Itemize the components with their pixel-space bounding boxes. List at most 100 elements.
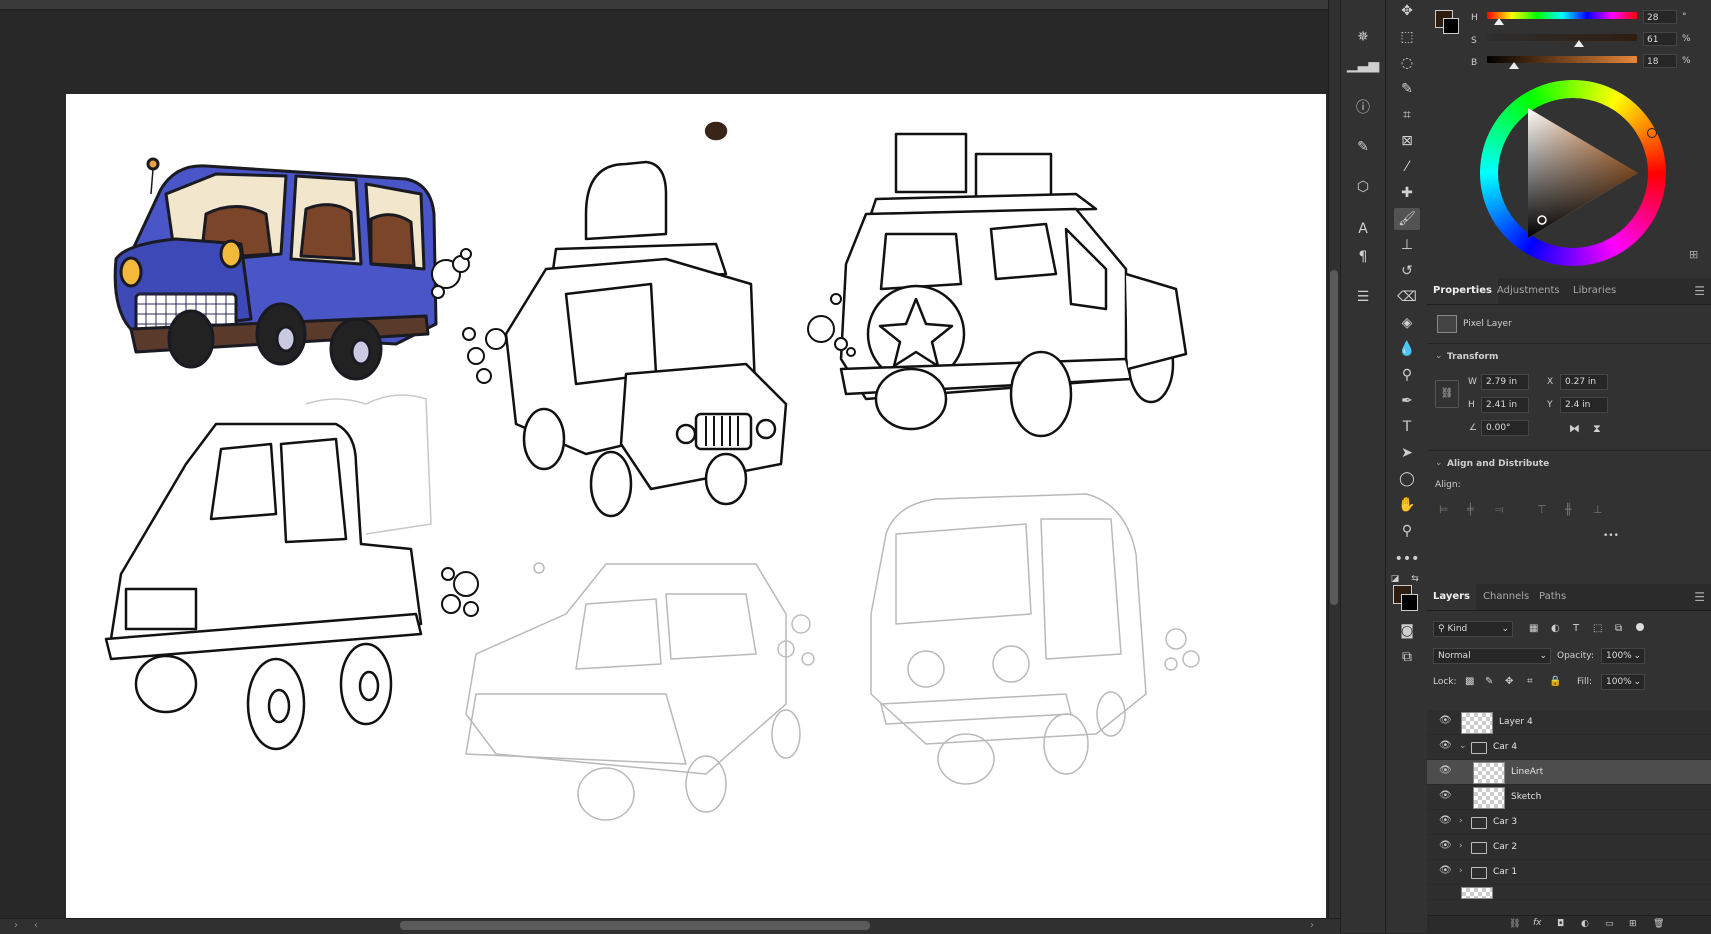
lock-all-icon[interactable]: 🔒 <box>1549 676 1561 687</box>
visibility-eye-icon[interactable]: 👁 <box>1439 866 1453 876</box>
filter-smart-object-icon[interactable]: ⧉ <box>1615 623 1622 634</box>
pen-tool-icon[interactable]: ✒ <box>1394 390 1420 412</box>
lock-artboard-icon[interactable]: ⌗ <box>1527 676 1533 687</box>
filter-toggle-icon[interactable] <box>1636 623 1644 631</box>
hue-value[interactable]: 28 <box>1643 10 1677 24</box>
document-canvas[interactable] <box>66 94 1326 918</box>
ellipse-tool-icon[interactable]: ◯ <box>1394 468 1420 490</box>
layer-group-row[interactable]: 👁 › Car 2 <box>1427 835 1711 860</box>
brightness-value[interactable]: 18 <box>1643 54 1677 68</box>
hue-slider[interactable] <box>1487 12 1637 19</box>
width-input[interactable]: 2.79 in <box>1481 374 1529 390</box>
layer-group-row[interactable]: 👁 › Car 1 <box>1427 860 1711 885</box>
more-options-button[interactable]: ••• <box>1603 531 1619 541</box>
layer-name[interactable]: Car 4 <box>1493 742 1517 752</box>
lock-transparent-icon[interactable]: ▩ <box>1465 676 1474 687</box>
align-collapse-icon[interactable]: ⌄ <box>1435 458 1443 468</box>
layer-filter-select[interactable]: ⚲ Kind ⌄ <box>1433 621 1513 637</box>
new-layer-icon[interactable]: ⊞ <box>1629 919 1637 929</box>
tab-channels[interactable]: Channels <box>1477 584 1535 610</box>
zoom-tool-icon[interactable]: ⚲ <box>1394 520 1420 542</box>
group-collapsed-chevron-icon[interactable]: › <box>1459 841 1463 851</box>
blend-mode-select[interactable]: Normal ⌄ <box>1433 648 1551 664</box>
paint-bucket-tool-icon[interactable]: ◈ <box>1394 312 1420 334</box>
link-proportions-icon[interactable]: ⛓ <box>1435 380 1459 408</box>
saturation-value[interactable]: 61 <box>1643 32 1677 46</box>
healing-brush-tool-icon[interactable]: ✚ <box>1394 182 1420 204</box>
expand-icon[interactable]: ⊞ <box>1689 248 1698 261</box>
clone-stamp-tool-icon[interactable]: ⊥ <box>1394 234 1420 256</box>
saturation-slider[interactable] <box>1487 34 1637 41</box>
filter-pixel-icon[interactable]: ▦ <box>1529 623 1538 634</box>
group-collapsed-chevron-icon[interactable]: › <box>1459 866 1463 876</box>
tab-properties[interactable]: Properties <box>1427 278 1498 304</box>
tab-adjustments[interactable]: Adjustments <box>1491 278 1566 304</box>
filter-shape-icon[interactable]: ⬚ <box>1593 623 1602 634</box>
horizontal-scroll-thumb[interactable] <box>400 921 870 930</box>
tab-libraries[interactable]: Libraries <box>1567 278 1622 304</box>
layer-group-row[interactable]: 👁 ⌄ Car 4 <box>1427 735 1711 760</box>
history-brush-tool-icon[interactable]: ↺ <box>1394 260 1420 282</box>
layer-row[interactable]: 👁 Sketch <box>1427 785 1711 810</box>
y-input[interactable]: 2.4 in <box>1560 397 1608 413</box>
flip-horizontal-icon[interactable]: ⧓ <box>1569 422 1580 435</box>
group-collapsed-chevron-icon[interactable]: › <box>1459 816 1463 826</box>
adjustment-layer-icon[interactable]: ◐ <box>1581 919 1589 929</box>
eraser-tool-icon[interactable]: ⌫ <box>1394 286 1420 308</box>
histogram-icon[interactable]: ▁▃▅ <box>1347 54 1379 76</box>
group-expanded-chevron-icon[interactable]: ⌄ <box>1459 741 1467 751</box>
scroll-left-arrow-icon[interactable]: › <box>14 920 18 931</box>
layer-name[interactable]: Car 2 <box>1493 842 1517 852</box>
brush-tool-icon[interactable]: 🖌 <box>1394 208 1420 230</box>
quick-select-tool-icon[interactable]: ✎ <box>1394 78 1420 100</box>
info-icon[interactable]: ⓘ <box>1350 96 1376 118</box>
height-input[interactable]: 2.41 in <box>1481 397 1529 413</box>
color-triangle[interactable] <box>1498 98 1648 248</box>
filter-type-icon[interactable]: T <box>1573 623 1579 634</box>
layer-row[interactable]: 👁 Layer 4 <box>1427 710 1711 735</box>
visibility-eye-icon[interactable]: 👁 <box>1439 741 1453 751</box>
delete-layer-icon[interactable]: 🗑 <box>1653 919 1664 929</box>
path-selection-tool-icon[interactable]: ➤ <box>1394 442 1420 464</box>
fill-input[interactable]: 100% ⌄ <box>1601 674 1645 690</box>
flip-vertical-icon[interactable]: ⧗ <box>1593 422 1601 436</box>
visibility-eye-icon[interactable]: 👁 <box>1439 841 1453 851</box>
layer-name[interactable]: Layer 4 <box>1499 717 1533 727</box>
panel-menu-icon[interactable]: ☰ <box>1694 284 1705 298</box>
quick-mask-icon[interactable]: ◙ <box>1394 620 1420 642</box>
add-mask-icon[interactable]: ◘ <box>1557 919 1564 929</box>
type-tool-icon[interactable]: T <box>1394 416 1420 438</box>
blur-tool-icon[interactable]: 💧 <box>1394 338 1420 360</box>
scroll-left-arrow-icon[interactable]: ‹ <box>34 920 38 931</box>
lock-position-icon[interactable]: ✥ <box>1505 676 1513 687</box>
screen-mode-icon[interactable]: ⧉ <box>1394 646 1420 668</box>
brush-settings-icon[interactable]: ✎ <box>1350 136 1376 158</box>
tab-paths[interactable]: Paths <box>1533 584 1572 610</box>
visibility-eye-icon[interactable]: 👁 <box>1439 816 1453 826</box>
layer-group-row[interactable]: 👁 › Car 3 <box>1427 810 1711 835</box>
align-hcenter-icon[interactable]: ╪ <box>1467 503 1474 516</box>
align-left-icon[interactable]: ⊨ <box>1439 503 1449 516</box>
3d-panel-icon[interactable]: ⬡ <box>1350 176 1376 198</box>
link-layers-icon[interactable]: ⛓ <box>1509 919 1520 929</box>
align-vcenter-icon[interactable]: ╫ <box>1565 503 1572 516</box>
eyedropper-tool-icon[interactable]: ⁄ <box>1394 156 1420 178</box>
transform-collapse-icon[interactable]: ⌄ <box>1435 351 1443 361</box>
x-input[interactable]: 0.27 in <box>1560 374 1608 390</box>
filter-adjustment-icon[interactable]: ◐ <box>1551 623 1560 634</box>
move-tool-icon[interactable]: ✥ <box>1394 0 1420 22</box>
more-tools-icon[interactable]: ••• <box>1394 548 1420 570</box>
layer-row-partial[interactable] <box>1427 885 1711 900</box>
character-panel-icon[interactable]: A <box>1350 218 1376 240</box>
align-bottom-icon[interactable]: ⊥ <box>1593 503 1603 516</box>
layers-menu-icon[interactable]: ☰ <box>1694 590 1705 604</box>
vertical-scroll-thumb[interactable] <box>1330 270 1338 605</box>
brightness-slider-handle[interactable] <box>1509 62 1519 69</box>
background-color-swatch[interactable] <box>1401 594 1418 611</box>
align-top-icon[interactable]: ⊤ <box>1537 503 1547 516</box>
layer-name[interactable]: Car 3 <box>1493 817 1517 827</box>
visibility-eye-icon[interactable]: 👁 <box>1439 716 1453 726</box>
lock-paint-icon[interactable]: ✎ <box>1485 676 1493 687</box>
tab-layers[interactable]: Layers <box>1427 584 1476 610</box>
layer-name[interactable]: LineArt <box>1511 767 1543 777</box>
